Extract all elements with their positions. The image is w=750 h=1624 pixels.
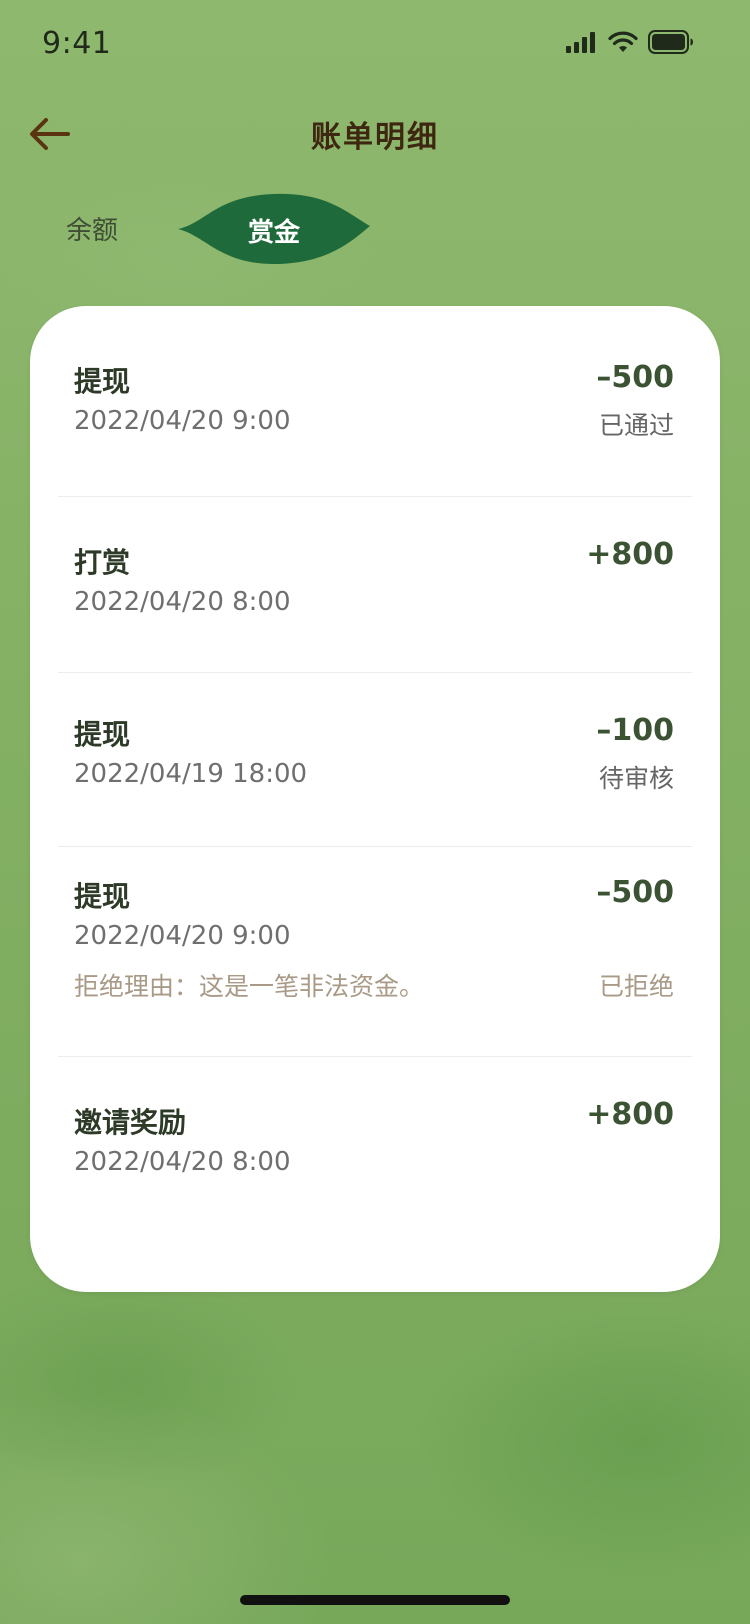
list-item[interactable]: 提现 2022/04/20 9:00 –500 已通过 <box>30 306 720 494</box>
status-bar: 9:41 <box>0 0 750 90</box>
record-amount: +800 <box>586 537 674 572</box>
record-amount: +800 <box>586 1097 674 1132</box>
list-item[interactable]: 提现 2022/04/20 9:00 –500 拒绝理由：这是一笔非法资金。 已… <box>30 847 720 1057</box>
record-amount: –500 <box>596 360 674 395</box>
record-title: 提现 <box>74 365 131 398</box>
record-title: 邀请奖励 <box>74 1106 187 1139</box>
tab-reward-label: 赏金 <box>247 218 300 248</box>
home-indicator <box>240 1595 510 1605</box>
page-title: 账单明细 <box>311 120 439 155</box>
record-status: 待审核 <box>598 764 674 793</box>
record-title: 提现 <box>74 718 131 751</box>
record-time: 2022/04/20 9:00 <box>74 921 291 951</box>
list-item[interactable]: 提现 2022/04/19 18:00 –100 待审核 <box>30 673 720 843</box>
list-item[interactable]: 打赏 2022/04/20 8:00 +800 <box>30 497 720 667</box>
wifi-icon <box>608 31 638 57</box>
status-time: 9:41 <box>42 26 112 61</box>
tab-reward[interactable]: 赏金 <box>176 190 372 268</box>
list-item[interactable]: 邀请奖励 2022/04/20 8:00 +800 <box>30 1057 720 1237</box>
record-time: 2022/04/20 8:00 <box>74 587 291 617</box>
battery-icon <box>648 30 694 58</box>
cellular-signal-icon <box>566 31 598 57</box>
record-amount: –500 <box>596 875 674 910</box>
tab-balance[interactable]: 余额 <box>66 210 118 247</box>
record-time: 2022/04/19 18:00 <box>74 759 308 789</box>
status-icons <box>566 30 694 58</box>
record-time: 2022/04/20 8:00 <box>74 1147 291 1177</box>
record-title: 打赏 <box>74 546 131 579</box>
rejection-reason: 拒绝理由：这是一笔非法资金。 <box>74 972 425 1001</box>
record-title: 提现 <box>74 880 131 913</box>
record-status: 已拒绝 <box>598 972 674 1001</box>
record-amount: –100 <box>596 713 674 748</box>
record-time: 2022/04/20 9:00 <box>74 406 291 436</box>
record-status: 已通过 <box>598 411 674 440</box>
bill-list-card: 提现 2022/04/20 9:00 –500 已通过 打赏 2022/04/2… <box>30 306 720 1292</box>
